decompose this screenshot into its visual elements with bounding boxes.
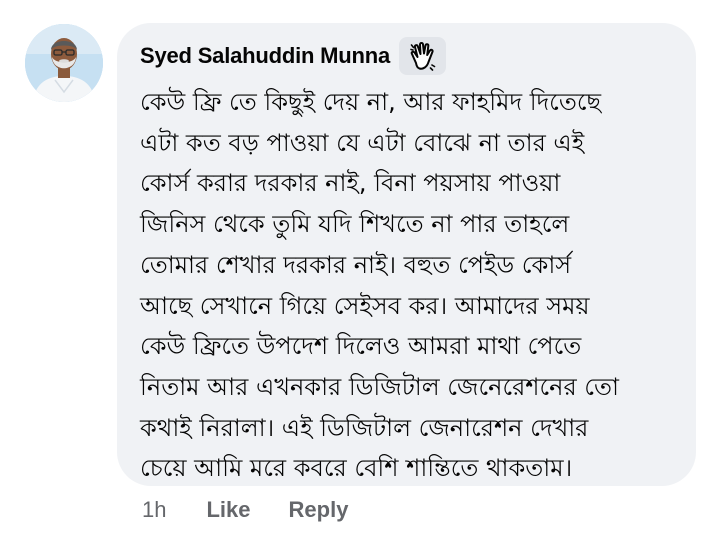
avatar[interactable] — [25, 24, 103, 102]
comment-line: কেউ ফ্রিতে উপদেশ দিলেও আমরা মাথা পেতে — [140, 332, 582, 361]
reply-button[interactable]: Reply — [289, 497, 349, 523]
comment-bubble: Syed Salahuddin Munna কেউ ফ্রি তে কিছুই … — [117, 23, 696, 486]
comment-line: কথাই নিরালা। এই ডিজিটাল জেনারেশন দেখার — [140, 413, 589, 442]
comment-line: নিতাম আর এখনকার ডিজিটাল জেনেরেশনের তো — [140, 372, 620, 401]
comment-actions: 1h Like Reply — [142, 497, 348, 523]
comment-line: কোর্স করার দরকার নাই, বিনা পয়সায় পাওয়… — [140, 169, 561, 198]
like-button[interactable]: Like — [206, 497, 250, 523]
comment-line: এটা কত বড় পাওয়া যে এটা বোঝে না তার এই — [140, 128, 585, 157]
comment-item: Syed Salahuddin Munna কেউ ফ্রি তে কিছুই … — [0, 0, 720, 537]
comment-line: আছে সেখানে গিয়ে সেইসব কর। আমাদের সময় — [140, 291, 590, 320]
profile-photo — [25, 24, 103, 102]
timestamp-link[interactable]: 1h — [142, 497, 166, 523]
waving-hand-icon[interactable] — [399, 37, 447, 75]
comment-header: Syed Salahuddin Munna — [140, 37, 674, 75]
comment-line: কেউ ফ্রি তে কিছুই দেয় না, আর ফাহমিদ দিত… — [140, 88, 602, 116]
comment-line: চেয়ে আমি মরে কবরে বেশি শান্তিতে থাকতাম। — [140, 454, 573, 483]
comment-text: কেউ ফ্রি তে কিছুই দেয় না, আর ফাহমিদ দিত… — [140, 82, 674, 489]
author-name[interactable]: Syed Salahuddin Munna — [140, 43, 390, 69]
comment-line: জিনিস থেকে তুমি যদি শিখতে না পার তাহলে — [140, 210, 570, 239]
comment-line: তোমার শেখার দরকার নাই। বহুত পেইড কোর্স — [140, 250, 572, 279]
